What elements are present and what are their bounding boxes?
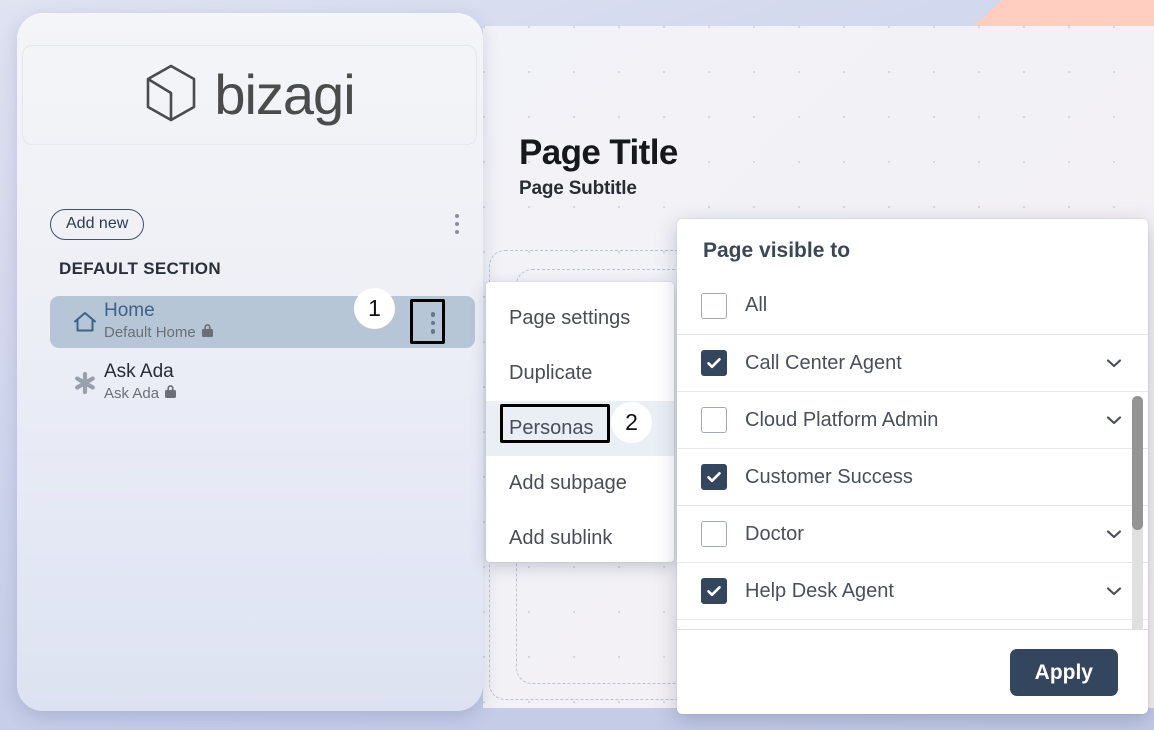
bizagi-cube-icon (144, 64, 198, 127)
persona-checkbox-call-center-agent[interactable] (701, 350, 727, 376)
section-label: DEFAULT SECTION (59, 259, 221, 278)
sidebar-toolbar: Add new (50, 206, 470, 242)
page-subtitle: Page Subtitle (519, 178, 637, 199)
persona-checkbox-doctor[interactable] (701, 521, 727, 547)
persona-label-customer-success: Customer Success (745, 465, 913, 488)
personas-list: All Call Center Agent Cloud Platform Adm… (677, 277, 1148, 629)
asterisk-icon (66, 370, 104, 396)
coral-accent-strip (974, 0, 1154, 26)
page-heading: Page Title Page Subtitle (519, 133, 678, 200)
sidebar-item-ask-ada-texts: Ask Ada Ask Ada (104, 361, 177, 404)
menu-item-add-sublink[interactable]: Add sublink (486, 511, 674, 566)
persona-row-all[interactable]: All (677, 277, 1148, 334)
sidebar-item-home[interactable]: Home Default Home (50, 296, 475, 348)
brand-wordmark: bizagi (214, 63, 355, 126)
annotation-badge-1: 1 (354, 288, 395, 329)
menu-item-add-subpage[interactable]: Add subpage (486, 456, 674, 511)
persona-label-doctor: Doctor (745, 522, 804, 545)
persona-row-call-center-agent[interactable]: Call Center Agent (677, 334, 1148, 391)
chevron-down-icon[interactable] (1104, 353, 1124, 373)
persona-row-partial[interactable] (677, 619, 1148, 629)
chevron-down-icon[interactable] (1104, 410, 1124, 430)
chevron-down-icon[interactable] (1104, 581, 1124, 601)
persona-checkbox-cloud-platform-admin[interactable] (701, 407, 727, 433)
persona-row-doctor[interactable]: Doctor (677, 505, 1148, 562)
sidebar-item-home-subtitle: Default Home (104, 323, 214, 343)
menu-item-duplicate[interactable]: Duplicate (486, 346, 674, 401)
persona-label-cloud-platform-admin: Cloud Platform Admin (745, 408, 939, 431)
persona-row-cloud-platform-admin[interactable]: Cloud Platform Admin (677, 391, 1148, 448)
persona-row-customer-success[interactable]: Customer Success (677, 448, 1148, 505)
sidebar-item-ask-ada-title: Ask Ada (104, 361, 174, 383)
add-new-button[interactable]: Add new (50, 208, 145, 240)
sidebar-item-home-subtitle-text: Default Home (104, 323, 196, 341)
home-icon (66, 310, 104, 334)
personas-panel-footer: Apply (677, 629, 1148, 714)
persona-label-call-center-agent: Call Center Agent (745, 351, 902, 374)
sidebar-item-ask-ada-subtitle-text: Ask Ada (104, 384, 160, 402)
sidebar-item-ask-ada[interactable]: Ask Ada Ask Ada (50, 357, 475, 409)
page-title: Page Title (519, 133, 678, 172)
persona-label-help-desk-agent: Help Desk Agent (745, 579, 894, 602)
sidebar-item-home-title: Home (104, 300, 155, 322)
lock-icon (164, 384, 177, 404)
sidebar-panel: bizagi Add new DEFAULT SECTION Home Defa… (17, 13, 483, 711)
annotation-badge-2: 2 (611, 402, 652, 443)
brand-logo: bizagi (22, 45, 477, 145)
home-row-kebab-menu[interactable] (418, 307, 448, 339)
sidebar-item-ask-ada-subtitle: Ask Ada (104, 384, 177, 404)
persona-checkbox-help-desk-agent[interactable] (701, 578, 727, 604)
menu-item-page-settings[interactable]: Page settings (486, 291, 674, 346)
chevron-down-icon[interactable] (1104, 524, 1124, 544)
persona-label-all: All (745, 294, 768, 316)
sidebar-item-home-texts: Home Default Home (104, 300, 214, 343)
persona-checkbox-customer-success[interactable] (701, 464, 727, 490)
lock-icon (201, 323, 214, 343)
persona-checkbox-all[interactable] (701, 292, 727, 319)
personas-panel: Page visible to All Call Center Agent Cl… (677, 219, 1148, 714)
personas-list-scrollbar-thumb[interactable] (1132, 396, 1143, 530)
apply-button[interactable]: Apply (1009, 648, 1118, 696)
personas-panel-title: Page visible to (703, 239, 851, 262)
persona-row-help-desk-agent[interactable]: Help Desk Agent (677, 562, 1148, 619)
personas-list-scrollbar[interactable] (1132, 396, 1143, 629)
sidebar-kebab-menu-icon[interactable] (444, 209, 470, 239)
